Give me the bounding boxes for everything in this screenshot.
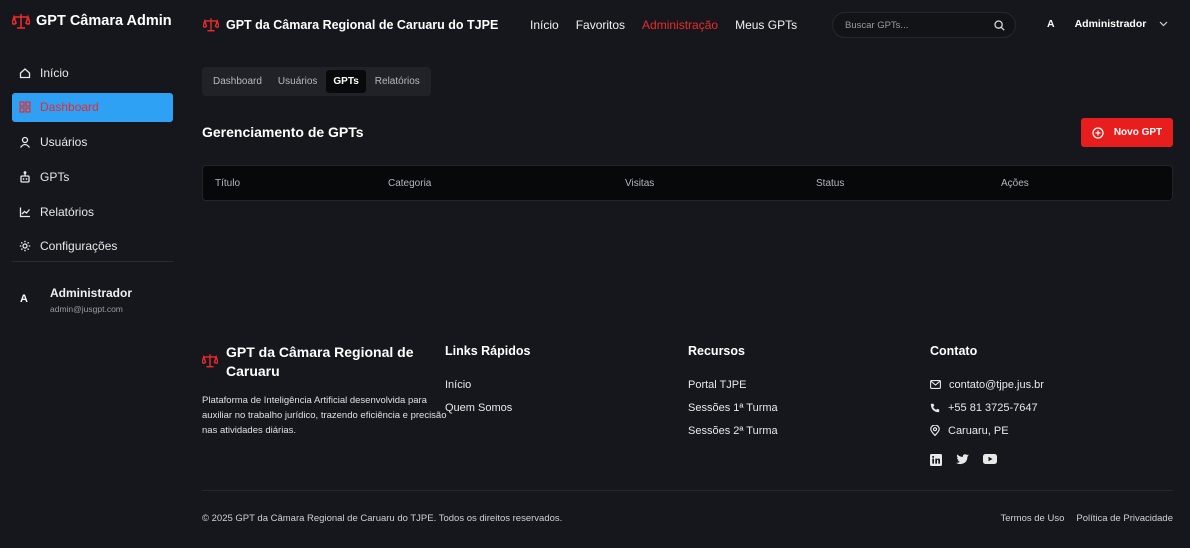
youtube-icon[interactable] bbox=[983, 454, 997, 466]
header-user-menu[interactable]: A Administrador bbox=[1047, 18, 1168, 30]
sidebar-item-label: Configurações bbox=[40, 239, 118, 254]
footer-contact-phone[interactable]: +55 81 3725-7647 bbox=[930, 396, 1044, 419]
nav-link-meus-gpts[interactable]: Meus GPTs bbox=[735, 18, 797, 32]
robot-icon bbox=[19, 171, 31, 183]
search-box bbox=[832, 12, 1016, 38]
header-brand[interactable]: GPT da Câmara Regional de Caruaru do TJP… bbox=[203, 17, 498, 32]
privacy-link[interactable]: Política de Privacidade bbox=[1076, 513, 1173, 524]
search-icon[interactable] bbox=[994, 19, 1005, 31]
footer-link-sessoes-1-turma[interactable]: Sessões 1ª Turma bbox=[688, 396, 778, 419]
chevron-down-icon bbox=[1159, 21, 1168, 27]
nav-link-inicio[interactable]: Início bbox=[530, 18, 559, 32]
dashboard-icon bbox=[19, 101, 31, 113]
location-pin-icon bbox=[930, 425, 940, 436]
mail-icon bbox=[930, 380, 941, 389]
sidebar-item-relatorios[interactable]: Relatórios bbox=[12, 197, 173, 226]
footer-contact-email[interactable]: contato@tjpe.jus.br bbox=[930, 373, 1044, 396]
sidebar-item-label: Usuários bbox=[40, 135, 88, 150]
column-header-categoria[interactable]: Categoria bbox=[388, 178, 431, 189]
footer-resources: Recursos Portal TJPE Sessões 1ª Turma Se… bbox=[688, 344, 778, 442]
tab-gpts[interactable]: GPTs bbox=[326, 70, 366, 93]
sidebar-item-dashboard[interactable]: Dashboard bbox=[12, 92, 173, 122]
sidebar-divider bbox=[12, 261, 173, 262]
footer-link-inicio[interactable]: Início bbox=[445, 373, 530, 396]
column-header-acoes: Ações bbox=[1001, 178, 1029, 189]
footer-description: Plataforma de Inteligência Artificial de… bbox=[202, 395, 447, 436]
footer-contact-title: Contato bbox=[930, 344, 978, 358]
footer-link-quem-somos[interactable]: Quem Somos bbox=[445, 396, 530, 419]
column-header-status[interactable]: Status bbox=[816, 178, 844, 189]
footer-divider bbox=[202, 490, 1173, 491]
footer-link-portal-tjpe[interactable]: Portal TJPE bbox=[688, 373, 778, 396]
footer-contact: Contato contato@tjpe.jus.br +55 81 3725-… bbox=[930, 344, 1044, 466]
sidebar-item-label: Início bbox=[40, 65, 69, 80]
footer-contact-location-text: Caruaru, PE bbox=[948, 424, 1009, 437]
footer-quick-links: Links Rápidos Início Quem Somos bbox=[445, 344, 530, 419]
column-header-titulo[interactable]: Título bbox=[215, 178, 240, 189]
header-title: GPT da Câmara Regional de Caruaru do TJP… bbox=[226, 17, 499, 32]
gpt-table: Título Categoria Visitas Status Ações bbox=[202, 165, 1173, 201]
avatar: A bbox=[20, 293, 28, 305]
sidebar-item-configuracoes[interactable]: Configurações bbox=[12, 232, 173, 261]
copyright-text: © 2025 GPT da Câmara Regional de Caruaru… bbox=[202, 513, 563, 524]
footer-contact-location: Caruaru, PE bbox=[930, 419, 1044, 442]
tab-relatorios[interactable]: Relatórios bbox=[368, 70, 427, 93]
user-icon bbox=[19, 136, 31, 149]
new-gpt-button[interactable]: Novo GPT bbox=[1081, 118, 1173, 147]
nav-link-administracao[interactable]: Administração bbox=[642, 18, 718, 32]
sidebar-item-label: Dashboard bbox=[40, 100, 99, 115]
chart-icon bbox=[19, 206, 31, 218]
footer-brand-title: GPT da Câmara Regional de Caruaru bbox=[226, 344, 414, 379]
scales-icon bbox=[12, 13, 30, 29]
footer-brand: GPT da Câmara Regional de Caruaru bbox=[202, 343, 416, 381]
sidebar: GPT Câmara Admin Início Dashboard Usuári… bbox=[0, 0, 185, 548]
tab-dashboard[interactable]: Dashboard bbox=[206, 70, 269, 93]
sidebar-item-gpts[interactable]: GPTs bbox=[12, 162, 173, 191]
terms-link[interactable]: Termos de Uso bbox=[1000, 513, 1064, 524]
sidebar-item-label: GPTs bbox=[40, 169, 70, 184]
gear-icon bbox=[19, 240, 31, 252]
header-user-name: Administrador bbox=[1074, 18, 1147, 30]
sidebar-item-inicio[interactable]: Início bbox=[12, 58, 173, 87]
search-input[interactable] bbox=[845, 19, 994, 31]
scales-icon bbox=[203, 17, 219, 32]
admin-tabs: Dashboard Usuários GPTs Relatórios bbox=[202, 67, 431, 96]
footer-link-sessoes-2-turma[interactable]: Sessões 2ª Turma bbox=[688, 419, 778, 442]
column-header-visitas[interactable]: Visitas bbox=[625, 178, 654, 189]
user-name: Administrador bbox=[50, 286, 133, 300]
sidebar-brand[interactable]: GPT Câmara Admin bbox=[12, 13, 172, 29]
page-title: Gerenciamento de GPTs bbox=[202, 124, 364, 140]
social-links bbox=[930, 454, 1044, 466]
avatar: A bbox=[1047, 18, 1055, 30]
sidebar-user[interactable]: A Administrador admin@jusgpt.com bbox=[12, 284, 132, 314]
header-nav: Início Favoritos Administração Meus GPTs bbox=[530, 18, 797, 32]
scales-icon bbox=[202, 353, 218, 381]
nav-link-favoritos[interactable]: Favoritos bbox=[576, 18, 625, 32]
sidebar-item-usuarios[interactable]: Usuários bbox=[12, 128, 173, 157]
plus-circle-icon bbox=[1092, 126, 1104, 139]
footer-contact-phone-text: +55 81 3725-7647 bbox=[948, 401, 1038, 414]
linkedin-icon[interactable] bbox=[930, 454, 942, 466]
top-bar: GPT da Câmara Regional de Caruaru do TJP… bbox=[185, 0, 1190, 50]
sidebar-brand-title: GPT Câmara Admin bbox=[36, 13, 172, 29]
legal-links: Termos de Uso Política de Privacidade bbox=[1000, 513, 1173, 524]
phone-icon bbox=[930, 403, 940, 413]
twitter-icon[interactable] bbox=[956, 454, 969, 466]
tab-usuarios[interactable]: Usuários bbox=[271, 70, 324, 93]
home-icon bbox=[19, 67, 31, 79]
sidebar-item-label: Relatórios bbox=[40, 204, 95, 219]
footer-quick-links-title: Links Rápidos bbox=[445, 344, 531, 358]
sidebar-nav: Início Dashboard Usuários GPTs Relatório… bbox=[12, 58, 173, 267]
footer-contact-email-text: contato@tjpe.jus.br bbox=[949, 378, 1044, 391]
user-email: admin@jusgpt.com bbox=[50, 304, 123, 314]
footer-resources-title: Recursos bbox=[688, 344, 745, 358]
new-gpt-button-label: Novo GPT bbox=[1113, 127, 1163, 138]
